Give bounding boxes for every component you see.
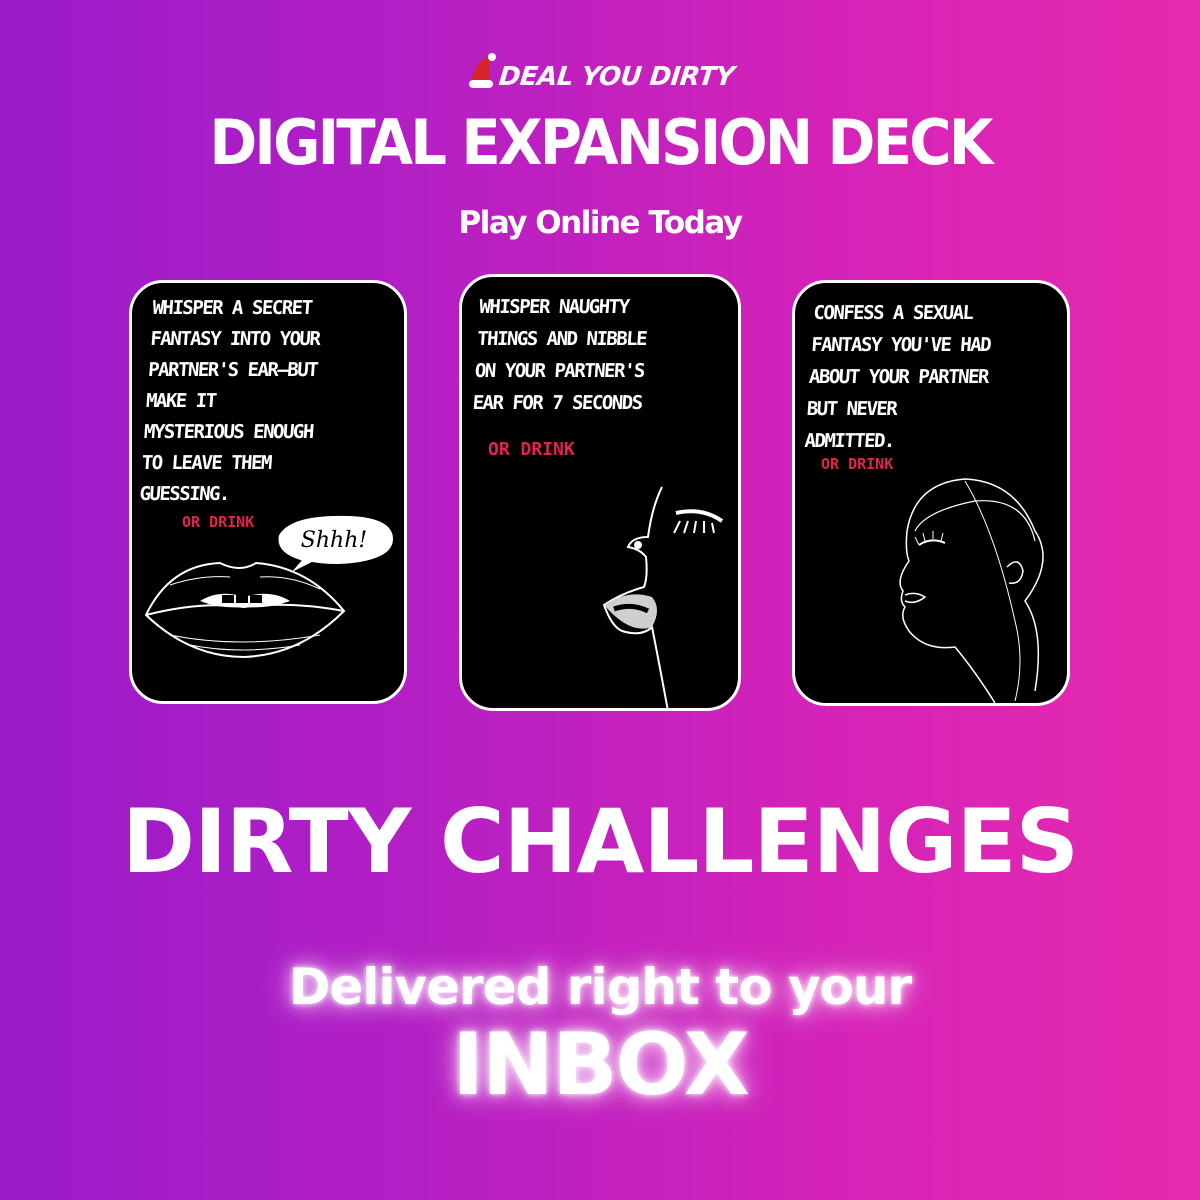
delivery-emphasis: INBOX xyxy=(452,1015,750,1115)
brand-logo: DEAL YOU DIRTY xyxy=(0,52,1200,92)
santa-hat-icon xyxy=(468,53,496,88)
or-drink-label: OR DRINK xyxy=(821,455,894,473)
challenge-card-3: CONFESS A SEXUAL FANTASY YOU'VE HAD ABOU… xyxy=(792,280,1070,706)
or-drink-label: OR DRINK xyxy=(182,513,255,531)
or-drink-label: OR DRINK xyxy=(488,439,575,460)
card-prompt: CONFESS A SEXUAL FANTASY YOU'VE HAD ABOU… xyxy=(803,302,991,452)
face-profile-lips-icon xyxy=(602,486,724,708)
face-line-art-icon xyxy=(899,478,1044,703)
card-prompt: WHISPER A SECRET FANTASY INTO YOUR PARTN… xyxy=(138,297,321,505)
tagline: DIRTY CHALLENGES xyxy=(122,790,1079,893)
challenge-card-1: WHISPER A SECRET FANTASY INTO YOUR PARTN… xyxy=(129,280,407,704)
logo-text: DEAL YOU DIRTY xyxy=(496,62,736,92)
lips-icon xyxy=(144,561,346,659)
card-prompt: WHISPER NAUGHTY THINGS AND NIBBLE ON YOU… xyxy=(471,296,647,414)
challenge-card-2: WHISPER NAUGHTY THINGS AND NIBBLE ON YOU… xyxy=(459,274,741,711)
page-subtitle: Play Online Today xyxy=(458,205,743,241)
page-title: DIGITAL EXPANSION DECK xyxy=(209,106,993,179)
delivery-line: Delivered right to your xyxy=(288,958,912,1016)
